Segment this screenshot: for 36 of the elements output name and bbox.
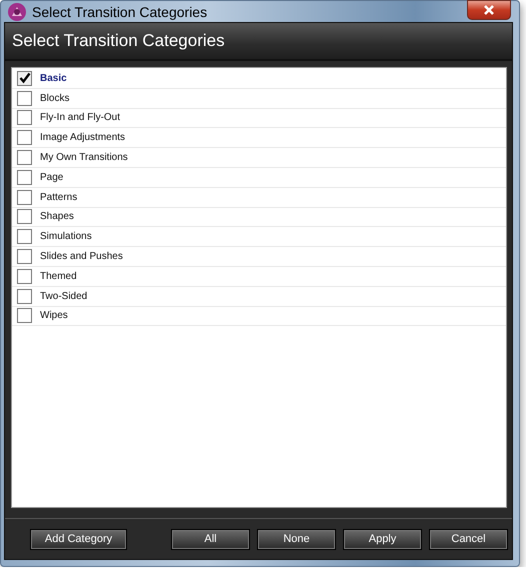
dialog-button[interactable]: None: [257, 528, 336, 550]
checkbox[interactable]: [17, 150, 32, 166]
category-label[interactable]: Image Adjustments: [40, 132, 126, 144]
checkbox[interactable]: [17, 229, 32, 244]
category-label[interactable]: Patterns: [40, 192, 78, 203]
checkbox[interactable]: [17, 308, 32, 324]
dialog-heading: Select Transition Categories: [12, 31, 225, 51]
category-label[interactable]: Themed: [40, 270, 77, 282]
checkbox[interactable]: [17, 288, 32, 304]
category-label[interactable]: Two-Sided: [40, 290, 88, 302]
checkbox[interactable]: [17, 110, 32, 126]
dialog-button[interactable]: Cancel: [429, 528, 508, 550]
checkbox[interactable]: [17, 130, 32, 146]
category-label[interactable]: Fly-In and Fly-Out: [40, 112, 120, 124]
window-title: Select Transition Categories: [32, 4, 208, 20]
dialog-button[interactable]: Add Category: [30, 528, 127, 550]
checkbox[interactable]: [17, 209, 32, 224]
checkbox[interactable]: [17, 70, 32, 86]
category-label[interactable]: Blocks: [40, 92, 70, 104]
checkbox[interactable]: [17, 249, 32, 264]
close-icon: [483, 4, 495, 16]
app-icon: [7, 2, 27, 22]
checkbox[interactable]: [17, 268, 32, 284]
checkbox[interactable]: [17, 190, 32, 205]
category-label[interactable]: Simulations: [40, 231, 92, 242]
close-button[interactable]: [467, 0, 511, 20]
dialog-button[interactable]: All: [171, 528, 250, 550]
category-label[interactable]: Basic: [40, 72, 67, 84]
category-label[interactable]: My Own Transitions: [40, 152, 128, 164]
category-label[interactable]: Wipes: [40, 310, 68, 322]
dialog-button[interactable]: Apply: [343, 528, 422, 550]
checkbox[interactable]: [17, 170, 32, 185]
category-label[interactable]: Page: [40, 172, 64, 183]
checkbox[interactable]: [17, 90, 32, 106]
category-label[interactable]: Shapes: [40, 211, 74, 222]
category-label[interactable]: Slides and Pushes: [40, 251, 123, 262]
